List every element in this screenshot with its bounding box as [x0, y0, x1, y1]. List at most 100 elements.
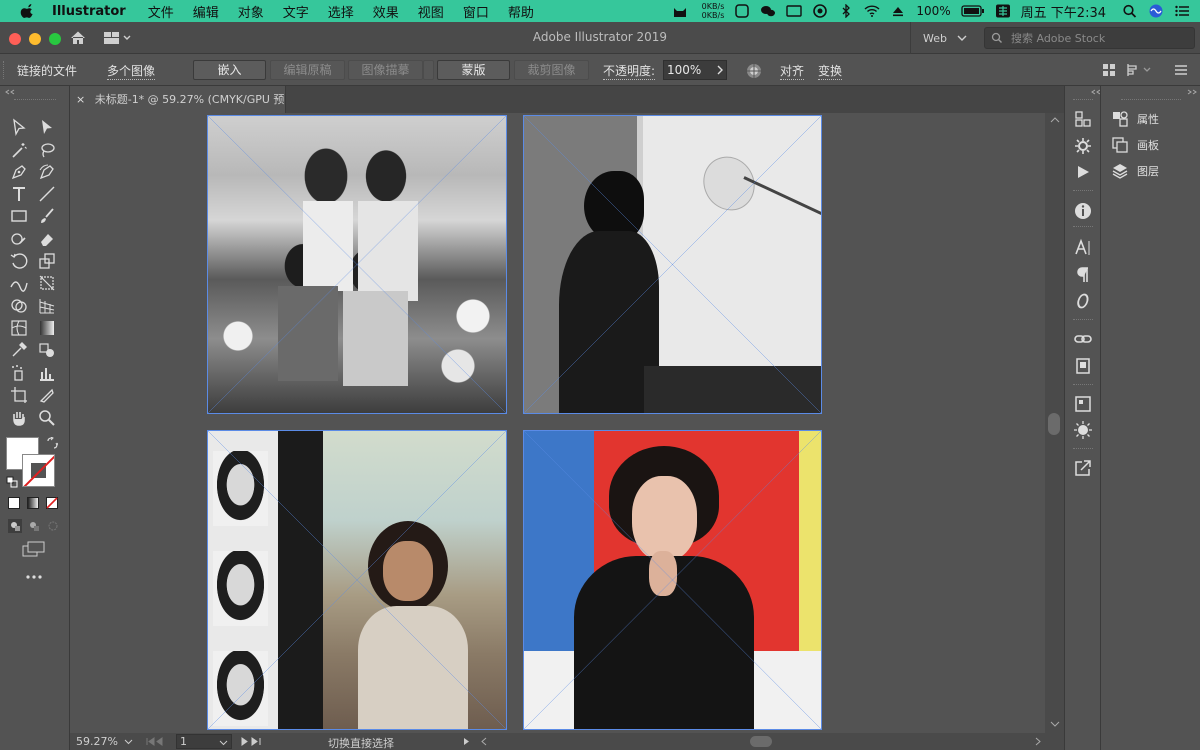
wifi-icon[interactable] [864, 4, 880, 18]
placed-image-woman-with-lamp[interactable] [523, 115, 822, 414]
artboards-panel-tab[interactable]: 画板 [1111, 136, 1159, 154]
creative-cloud-icon[interactable] [812, 4, 828, 18]
slice-tool[interactable] [37, 385, 57, 405]
curvature-tool[interactable] [37, 162, 57, 182]
scroll-up-icon[interactable] [1050, 117, 1060, 123]
placed-image-portrait-color-art[interactable] [523, 430, 822, 730]
recolor-artwork-icon[interactable] [745, 62, 763, 80]
horizontal-scroll-thumb[interactable] [750, 736, 772, 747]
rectangle-tool[interactable] [9, 206, 29, 226]
asset-export-icon[interactable] [1073, 136, 1093, 156]
zoom-level[interactable]: 59.27% [76, 735, 118, 748]
opentype-icon[interactable] [1073, 291, 1093, 311]
zoom-dropdown-icon[interactable] [124, 739, 133, 745]
gradient-mode-button[interactable] [27, 497, 39, 509]
edit-original-button[interactable]: 编辑原稿 [270, 60, 345, 80]
qq-icon[interactable] [734, 4, 750, 18]
close-tab-icon[interactable]: × [76, 93, 85, 106]
mask-button[interactable]: 蒙版 [437, 60, 510, 80]
pen-tool[interactable] [9, 162, 29, 182]
libraries-icon[interactable] [1073, 109, 1093, 129]
artboard-number-input[interactable]: 1 [176, 734, 232, 749]
color-mode-button[interactable] [8, 497, 20, 509]
layers-panel-tab[interactable]: 图层 [1111, 162, 1159, 180]
menu-edit[interactable]: 编辑 [193, 2, 219, 21]
scroll-left-icon[interactable] [480, 737, 487, 746]
first-artboard-icon[interactable] [146, 737, 166, 746]
selection-tool[interactable] [9, 117, 29, 137]
shape-builder-tool[interactable] [9, 296, 29, 316]
lasso-tool[interactable] [37, 140, 57, 160]
transform-link[interactable]: 变换 [818, 62, 843, 80]
paintbrush-tool[interactable] [37, 206, 57, 226]
display-icon[interactable] [786, 4, 803, 18]
screen-mode-icon[interactable] [22, 541, 46, 557]
scroll-right-icon[interactable] [1035, 737, 1042, 746]
scroll-down-icon[interactable] [1050, 721, 1060, 727]
apple-logo-icon[interactable] [18, 4, 38, 18]
gradient-tool[interactable] [37, 318, 57, 338]
shaper-tool[interactable] [9, 229, 29, 249]
artboard-canvas[interactable] [70, 113, 1045, 733]
none-mode-button[interactable] [46, 497, 58, 509]
links-icon[interactable] [1073, 329, 1093, 349]
draw-inside-icon[interactable] [46, 519, 60, 533]
menu-object[interactable]: 对象 [238, 2, 264, 21]
eject-icon[interactable] [890, 4, 906, 18]
workspace-switcher[interactable]: Web [910, 22, 978, 54]
status-menu-arrow-icon[interactable] [463, 737, 470, 746]
zoom-tool[interactable] [37, 408, 57, 428]
edit-toolbar-more-icon[interactable] [25, 574, 43, 580]
line-segment-tool[interactable] [37, 184, 57, 204]
align-options-icon[interactable] [1126, 63, 1154, 77]
next-artboard-icon[interactable] [240, 737, 262, 746]
menu-type[interactable]: 文字 [283, 2, 309, 21]
paragraph-icon[interactable] [1073, 265, 1093, 285]
mesh-tool[interactable] [9, 318, 29, 338]
default-fill-stroke-icon[interactable] [6, 476, 18, 488]
menu-file[interactable]: 文件 [148, 2, 174, 21]
eraser-tool[interactable] [37, 229, 57, 249]
info-icon[interactable] [1073, 201, 1093, 221]
collapse-panels-icon[interactable] [1187, 89, 1197, 95]
input-method-icon[interactable] [995, 4, 1011, 18]
placed-image-family-photo[interactable] [207, 115, 507, 414]
eyedropper-tool[interactable] [9, 340, 29, 360]
notification-center-icon[interactable] [1174, 4, 1190, 18]
blend-tool[interactable] [37, 340, 57, 360]
symbol-sprayer-tool[interactable] [9, 363, 29, 383]
draw-normal-icon[interactable] [8, 519, 22, 533]
export-icon[interactable] [1073, 458, 1093, 478]
menu-help[interactable]: 帮助 [508, 2, 534, 21]
stroke-swatch[interactable] [22, 454, 55, 487]
rotate-tool[interactable] [9, 251, 29, 271]
chevron-right-icon[interactable] [714, 64, 726, 76]
properties-panel-tab[interactable]: 属性 [1111, 110, 1159, 128]
adobe-stock-search-input[interactable]: 搜索 Adobe Stock [984, 27, 1195, 49]
menu-app-name[interactable]: Illustrator [52, 4, 126, 19]
menu-window[interactable]: 窗口 [463, 2, 489, 21]
free-transform-tool[interactable] [37, 273, 57, 293]
multiple-images-link[interactable]: 多个图像 [107, 62, 156, 80]
arrange-icon[interactable] [1102, 63, 1116, 77]
spotlight-search-icon[interactable] [1122, 4, 1138, 18]
appearance-sun-icon[interactable] [1073, 420, 1093, 440]
linked-files-label[interactable]: 链接的文件 [17, 62, 77, 79]
perspective-grid-tool[interactable] [37, 296, 57, 316]
siri-icon[interactable] [1148, 4, 1164, 18]
battery-icon[interactable] [961, 4, 985, 18]
bluetooth-icon[interactable] [838, 4, 854, 18]
image-trace-dropdown[interactable] [423, 60, 434, 80]
direct-selection-tool[interactable] [37, 117, 57, 137]
draw-behind-icon[interactable] [27, 519, 41, 533]
column-graph-tool[interactable] [37, 363, 57, 383]
vertical-scrollbar[interactable] [1045, 113, 1064, 733]
embed-button[interactable]: 嵌入 [193, 60, 266, 80]
magic-wand-tool[interactable] [9, 140, 29, 160]
menu-select[interactable]: 选择 [328, 2, 354, 21]
artboard-tool[interactable] [9, 385, 29, 405]
cat-icon[interactable] [672, 4, 688, 18]
hand-tool[interactable] [9, 408, 29, 428]
image-trace-button[interactable]: 图像描摹 [348, 60, 423, 80]
align-link[interactable]: 对齐 [780, 62, 805, 80]
